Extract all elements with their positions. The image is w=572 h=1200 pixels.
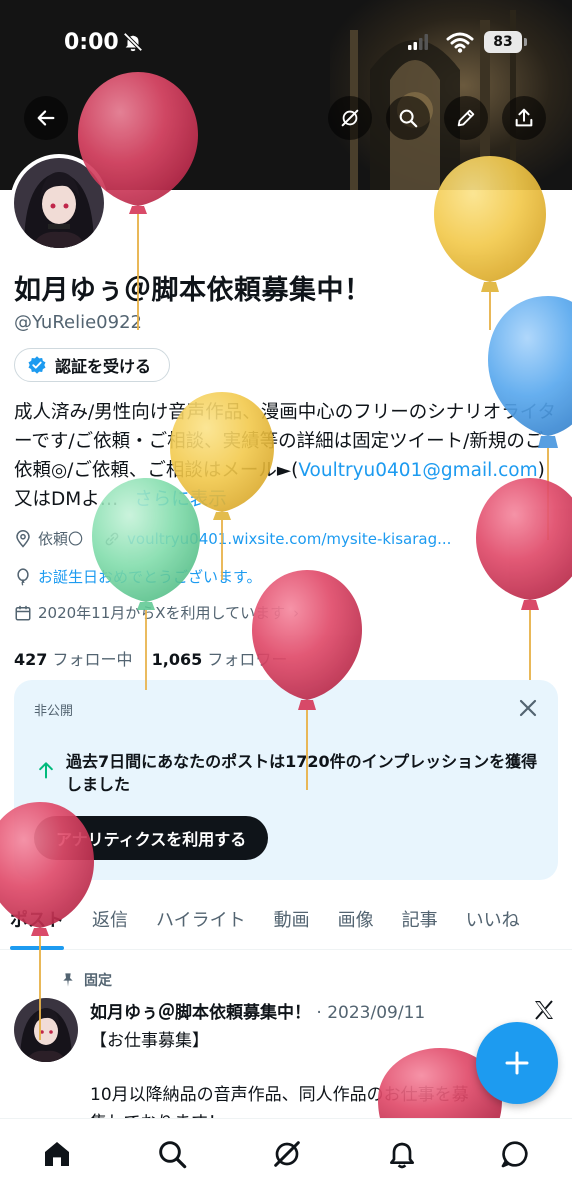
- pinned-label: 固定: [84, 973, 112, 989]
- nav-search[interactable]: [155, 1137, 189, 1171]
- tab-likes[interactable]: いいね: [466, 900, 520, 950]
- birthday-row: お誕生日おめでとうございます。: [14, 566, 262, 587]
- close-icon[interactable]: [516, 696, 540, 720]
- followers-label: フォロワー: [207, 650, 288, 669]
- nav-notifications[interactable]: [385, 1137, 419, 1171]
- chevron-right-icon: ›: [293, 603, 300, 622]
- arrow-up-icon: [39, 762, 53, 779]
- impressions-message: 過去7日間にあなたのポストは1720件のインプレッションを獲得しました: [66, 752, 538, 794]
- grok-button[interactable]: [328, 96, 372, 140]
- verified-badge-icon: [28, 356, 46, 374]
- nav-home[interactable]: [40, 1137, 74, 1171]
- location-pin-icon: [16, 529, 30, 548]
- user-handle: @YuRelie0922: [14, 312, 142, 333]
- tab-replies[interactable]: 返信: [92, 900, 128, 950]
- edit-profile-button[interactable]: [444, 96, 488, 140]
- search-button[interactable]: [386, 96, 430, 140]
- nav-messages[interactable]: [498, 1137, 532, 1171]
- link-icon: [105, 532, 119, 545]
- location-text: 依頼〇: [38, 530, 84, 548]
- banner-image: [330, 0, 572, 190]
- post-author-avatar[interactable]: [14, 998, 78, 1062]
- avatar-image: [14, 158, 104, 248]
- show-more-link[interactable]: さらに表示: [134, 489, 227, 510]
- profile-location-row: 依頼〇 voultryu0401.wixsite.com/mysite-kisa…: [14, 528, 451, 549]
- post-text-line: 【お仕事募集】: [90, 1031, 209, 1051]
- pinned-indicator: 固定: [60, 970, 112, 990]
- calendar-icon: [15, 605, 31, 620]
- display-name: 如月ゆぅ＠脚本依頼募集中！: [14, 275, 372, 306]
- avatar-image: [14, 998, 78, 1062]
- share-button[interactable]: [502, 96, 546, 140]
- battery-indicator: 83: [484, 31, 522, 53]
- use-analytics-button[interactable]: アナリティクスを利用する: [34, 816, 269, 860]
- pin-icon: [63, 973, 73, 987]
- tab-posts[interactable]: ポスト: [10, 900, 64, 950]
- followers-count: 1,065: [151, 650, 203, 669]
- post-text-line: 10月以降納品の音声作品、同人作品のお仕事を募: [90, 1085, 469, 1105]
- follow-counts: 427 フォロー中 1,065 フォロワー: [14, 646, 287, 670]
- following-count: 427: [14, 650, 48, 669]
- private-label: 非公開: [34, 704, 74, 719]
- back-button[interactable]: [24, 96, 68, 140]
- wifi-icon: [446, 32, 474, 53]
- website-link[interactable]: voultryu0401.wixsite.com/mysite-kisarag.…: [103, 530, 451, 548]
- status-time: 0:00: [64, 30, 119, 55]
- messages-icon: [501, 1141, 528, 1168]
- post-header: 如月ゆぅ＠脚本依頼募集中！ · 2023/09/11: [90, 998, 425, 1023]
- tab-highlights[interactable]: ハイライト: [156, 900, 246, 950]
- search-icon: [399, 109, 418, 128]
- back-arrow-icon: [37, 110, 55, 126]
- balloon-icon: [17, 567, 29, 586]
- analytics-card: 非公開 過去7日間にあなたのポストは1720件のインプレッションを獲得しました …: [14, 680, 558, 880]
- following-label: フォロー中: [52, 650, 133, 669]
- get-verified-button[interactable]: 認証を受ける: [14, 348, 171, 382]
- nav-grok[interactable]: [270, 1137, 304, 1171]
- get-verified-label: 認証を受ける: [55, 357, 152, 376]
- grok-icon: [341, 109, 359, 127]
- tab-videos[interactable]: 動画: [274, 900, 310, 950]
- x-logo-icon: [535, 1000, 553, 1020]
- profile-tabs: ポスト 返信 ハイライト 動画 画像 記事 いいね: [0, 900, 572, 950]
- website-text: voultryu0401.wixsite.com/mysite-kisarag.…: [127, 529, 452, 548]
- profile-avatar[interactable]: [10, 154, 108, 252]
- post-date: · 2023/09/11: [316, 1003, 426, 1023]
- bio-email-link[interactable]: Voultryu0401@gmail.com: [298, 460, 537, 481]
- bottom-navigation: [0, 1118, 572, 1200]
- battery-tip: [524, 38, 527, 46]
- compose-post-button[interactable]: [476, 1022, 558, 1104]
- grok-icon: [274, 1141, 300, 1167]
- profile-bio: 成人済み/男性向け音声作品、漫画中心のフリーのシナリオライターです/ご依頼・ご相…: [14, 398, 558, 514]
- search-icon: [159, 1141, 187, 1169]
- following-link[interactable]: 427 フォロー中: [14, 650, 133, 669]
- home-icon: [45, 1142, 69, 1166]
- birthday-text: お誕生日おめでとうございます。: [38, 568, 262, 586]
- share-icon: [515, 108, 533, 127]
- tab-media[interactable]: 画像: [338, 900, 374, 950]
- post-author-name[interactable]: 如月ゆぅ＠脚本依頼募集中！: [90, 1003, 311, 1023]
- pencil-icon: [457, 109, 475, 127]
- bell-icon: [390, 1142, 414, 1169]
- joined-row[interactable]: 2020年11月からXを利用しています ›: [14, 602, 299, 623]
- followers-link[interactable]: 1,065 フォロワー: [152, 650, 288, 669]
- signal-icon: [408, 34, 428, 50]
- bell-slash-icon: [123, 32, 143, 52]
- plus-icon: [505, 1051, 529, 1075]
- tab-articles[interactable]: 記事: [402, 900, 438, 950]
- joined-text: 2020年11月からXを利用しています: [38, 604, 286, 622]
